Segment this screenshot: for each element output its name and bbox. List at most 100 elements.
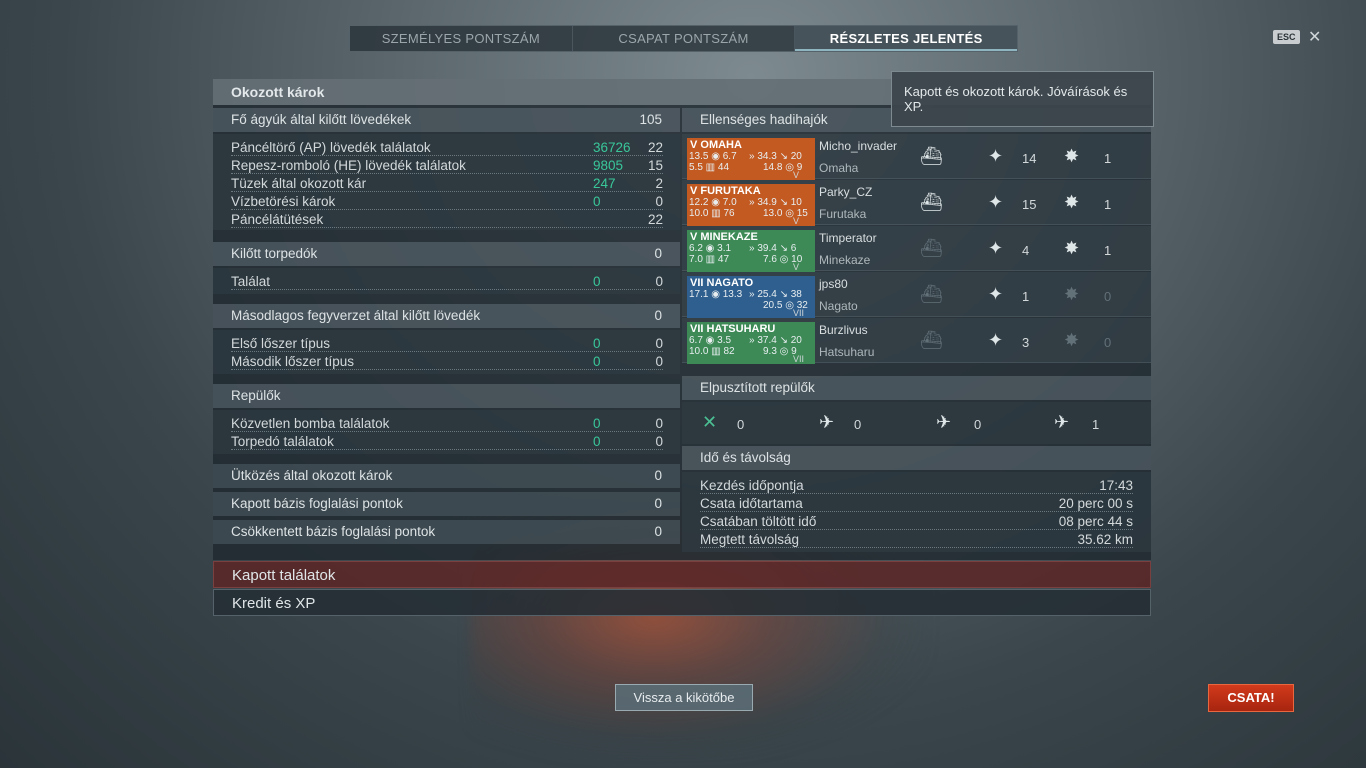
section-label: Ellenséges hadihajók <box>700 112 828 127</box>
hits-count: 4 <box>1022 243 1030 258</box>
tab-detailed-report[interactable]: RÉSZLETES JELENTÉS <box>795 26 1018 51</box>
torpedo-bomber-count: 0 <box>974 417 982 432</box>
ship-title: V OMAHA <box>690 139 742 151</box>
ship-stat-line: 10.0 ▥ 76 <box>689 208 735 219</box>
stat-row-ap: Páncéltörő (AP) lövedék találatok 36726 … <box>231 139 663 157</box>
ship-name: Nagato <box>819 299 858 313</box>
time-label: Kezdés időpontja <box>700 477 1133 494</box>
ship-card[interactable]: VII NAGATO 17.1 ◉ 13.3» 25.4 ↘ 38 20.5 ◎ 3… <box>687 276 815 318</box>
tab-personal-score[interactable]: SZEMÉLYES PONTSZÁM <box>350 26 573 51</box>
stat-damage: 0 <box>593 416 601 431</box>
stat-row-citadel: Páncélátütések 22 <box>231 211 663 229</box>
fire-count: 1 <box>1104 243 1112 258</box>
section-value: 0 <box>654 308 662 323</box>
time-row-duration: Csata időtartama 20 perc 00 s <box>700 495 1133 513</box>
sunk-ship-icon: ⛴ <box>920 330 943 350</box>
ship-stat-line: 12.2 ◉ 7.0 <box>689 197 737 208</box>
fire-icon: ✸ <box>1064 238 1080 258</box>
fire-count: 0 <box>1104 335 1112 350</box>
ship-stat-line: » 39.4 ↘ 6 <box>749 243 797 254</box>
stat-damage: 36726 <box>593 140 631 155</box>
close-icon[interactable]: ✕ <box>1308 27 1321 47</box>
ship-title: VII NAGATO <box>690 277 754 289</box>
ship-stat-line: » 34.9 ↘ 10 <box>749 197 802 208</box>
back-to-port-button[interactable]: Vissza a kikötőbe <box>615 684 753 711</box>
ship-name: Minekaze <box>819 253 871 267</box>
time-row-start: Kezdés időpontja 17:43 <box>700 477 1133 495</box>
time-value: 08 perc 44 s <box>1058 514 1133 529</box>
ship-stat-line: 5.5 ▥ 44 <box>689 162 730 173</box>
scout-plane-icon: ✈ <box>1054 412 1070 432</box>
time-value: 17:43 <box>1099 478 1133 493</box>
stat-row-secondary-1: Első lőszer típus 0 0 <box>231 335 663 353</box>
time-label: Megtett távolság <box>700 531 1133 548</box>
stat-row-fire: Tüzek által okozott kár 247 2 <box>231 175 663 193</box>
ship-title: VII HATSUHARU <box>690 323 776 335</box>
time-row-distance: Megtett távolság 35.62 km <box>700 531 1133 549</box>
time-value: 35.62 km <box>1077 532 1133 547</box>
player-name: Burzlivus <box>819 323 868 337</box>
section-value: 0 <box>654 496 662 511</box>
secondary-section: Másodlagos fegyverzet által kilőtt löved… <box>213 304 680 328</box>
ship-stat-line: » 37.4 ↘ 20 <box>749 335 802 346</box>
fire-icon: ✸ <box>1064 192 1080 212</box>
battle-button[interactable]: CSATA! <box>1208 684 1294 712</box>
stat-damage: 0 <box>593 194 601 209</box>
ship-stat-line: 17.1 ◉ 13.3 <box>689 289 743 300</box>
sunk-ship-icon: ⛴ <box>920 238 943 258</box>
ship-stat-line: 13.5 ◉ 6.7 <box>689 151 737 162</box>
fire-count: 1 <box>1104 197 1112 212</box>
hits-count: 3 <box>1022 335 1030 350</box>
section-value: 0 <box>654 468 662 483</box>
ship-card[interactable]: V MINEKAZE 6.2 ◉ 3.1» 39.4 ↘ 6 7.0 ▥ 47 7.6… <box>687 230 815 272</box>
ship-card[interactable]: V FURUTAKA 12.2 ◉ 7.0 » 34.9 ↘ 10 10.0 ▥ 76… <box>687 184 815 226</box>
section-label: Kapott bázis foglalási pontok <box>231 496 403 511</box>
fighter-count: 0 <box>737 417 745 432</box>
hits-count: 14 <box>1022 151 1037 166</box>
ship-stat-line: 9.3 ◎ 9 <box>763 346 797 357</box>
ship-stat-line: 7.0 ▥ 47 <box>689 254 730 265</box>
section-label: Másodlagos fegyverzet által kilőtt löved… <box>231 308 481 323</box>
hits-count: 15 <box>1022 197 1037 212</box>
planes-destroyed-body <box>682 402 1151 444</box>
hits-icon: ✦ <box>988 238 1004 258</box>
ship-tier: V <box>793 170 800 180</box>
fire-icon: ✸ <box>1064 146 1080 166</box>
stat-damage: 247 <box>593 176 616 191</box>
section-label: Repülők <box>231 388 281 403</box>
ship-card[interactable]: V OMAHA 13.5 ◉ 6.7» 34.3 ↘ 20 5.5 ▥ 44 14.8… <box>687 138 815 180</box>
received-hits-bar[interactable]: Kapott találatok <box>213 561 1151 588</box>
stat-count: 15 <box>647 158 663 173</box>
hits-icon: ✦ <box>988 146 1004 166</box>
player-name: Timperator <box>819 231 877 245</box>
stat-row-secondary-2: Második lőszer típus 0 0 <box>231 353 663 371</box>
credits-xp-bar[interactable]: Kredit és XP <box>213 589 1151 616</box>
ship-card[interactable]: VII HATSUHARU 6.7 ◉ 3.5 » 37.4 ↘ 20 10.0 ▥ … <box>687 322 815 364</box>
ship-tier: V <box>793 262 800 272</box>
hits-count: 1 <box>1022 289 1030 304</box>
bomber-count: 0 <box>854 417 862 432</box>
stat-damage: 0 <box>593 274 601 289</box>
fire-icon: ✸ <box>1064 330 1080 350</box>
tooltip: Kapott és okozott károk. Jóváírások és X… <box>891 71 1154 127</box>
torpedo-bomber-icon: ✈ <box>936 412 952 432</box>
section-label: Elpusztított repülők <box>700 380 815 395</box>
stat-row-torpedo-hits: Találat 0 0 <box>231 273 663 291</box>
section-value: 105 <box>639 112 662 127</box>
fire-icon: ✸ <box>1064 284 1080 304</box>
hits-icon: ✦ <box>988 330 1004 350</box>
stat-count: 2 <box>655 176 663 191</box>
ship-tier: V <box>793 216 800 226</box>
stat-row-air-torpedo-hits: Torpedó találatok 0 0 <box>231 433 663 451</box>
scout-plane-count: 1 <box>1092 417 1100 432</box>
stat-count: 22 <box>647 212 663 227</box>
stat-damage: 9805 <box>593 158 624 173</box>
tab-team-score[interactable]: CSAPAT PONTSZÁM <box>573 26 796 51</box>
ram-row: Ütközés által okozott károk 0 <box>213 464 680 488</box>
time-distance-header: Idő és távolság <box>682 446 1151 470</box>
stat-row-bomb-hits: Közvetlen bomba találatok 0 0 <box>231 415 663 433</box>
ship-stat-line: 6.2 ◉ 3.1 <box>689 243 732 254</box>
player-name: Parky_CZ <box>819 185 873 199</box>
ship-stat-line: 13.0 ◎ 15 <box>763 208 808 219</box>
ship-name: Omaha <box>819 161 859 175</box>
